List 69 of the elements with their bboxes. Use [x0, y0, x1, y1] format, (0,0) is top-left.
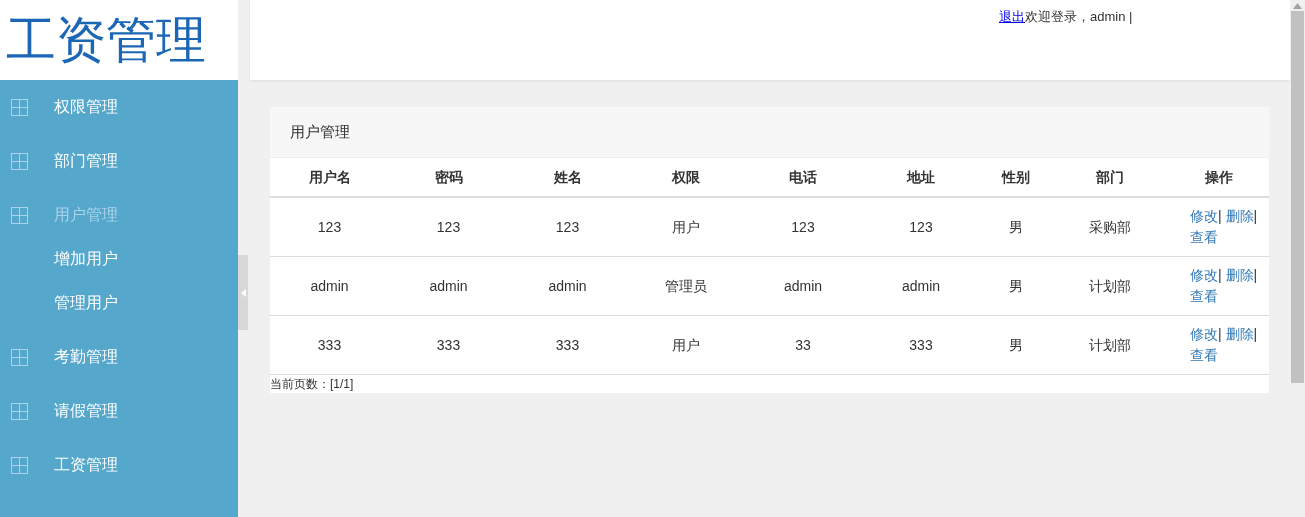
table-cell-text: admin — [547, 276, 588, 296]
action-link[interactable]: 删除 — [1225, 326, 1254, 342]
table-cell-text: 计划部 — [1088, 276, 1132, 296]
sidebar-subitem[interactable]: 管理用户 — [0, 281, 238, 325]
scrollbar-thumb[interactable] — [1291, 11, 1304, 383]
expand-icon — [11, 456, 28, 474]
table-cell-text: 333 — [316, 335, 343, 355]
table-cell-text: 333 — [435, 335, 462, 355]
table-cell-text: 采购部 — [1088, 217, 1132, 237]
expand-icon — [11, 402, 28, 420]
separator: | — [1253, 326, 1258, 342]
expand-icon — [11, 348, 28, 366]
sidebar-item[interactable]: 请假管理 — [0, 384, 238, 438]
sidebar-item[interactable]: 权限管理 — [0, 80, 238, 134]
sidebar-item[interactable]: 工资管理 — [0, 438, 238, 492]
welcome-text: 欢迎登录，admin | — [1025, 9, 1133, 24]
column-header: 密码 — [433, 167, 464, 187]
action-link[interactable]: 删除 — [1225, 267, 1254, 283]
table-cell-text: admin — [900, 276, 942, 296]
table-cell-text: admin — [782, 276, 824, 296]
table-cell-text: admin — [309, 276, 350, 296]
table-cell-text: 用户 — [670, 217, 701, 237]
separator: | — [1218, 267, 1222, 283]
separator: | — [1218, 208, 1222, 224]
action-link[interactable]: 修改 — [1190, 267, 1218, 283]
table-cell-text: 用户 — [670, 335, 701, 355]
table-cell-text: 男 — [1008, 276, 1024, 296]
column-header: 操作 — [1203, 167, 1234, 187]
action-link[interactable]: 删除 — [1225, 208, 1254, 224]
table-cell-text: 计划部 — [1088, 335, 1132, 355]
table-cell-text: 123 — [790, 217, 816, 237]
table-cell-text: 男 — [1008, 335, 1024, 355]
scroll-up-icon[interactable] — [1293, 3, 1302, 9]
table-cell-text: 123 — [554, 217, 581, 237]
column-header: 性别 — [1000, 167, 1031, 187]
table-cell-text: 123 — [435, 217, 462, 237]
column-header: 部门 — [1095, 167, 1125, 187]
separator: | — [1253, 208, 1258, 224]
column-header: 地址 — [905, 167, 936, 187]
table-cell-text: admin — [428, 276, 469, 296]
action-link[interactable]: 修改 — [1190, 326, 1218, 342]
table-cell-text: 123 — [316, 217, 343, 237]
pagination-text: 当前页数：[1/1] — [270, 376, 354, 393]
separator: | — [1253, 267, 1258, 283]
table-cell-text: 123 — [908, 217, 934, 237]
action-link[interactable]: 查看 — [1190, 229, 1218, 245]
panel-title: 用户管理 — [290, 121, 350, 142]
table-cell-text: 男 — [1008, 217, 1024, 237]
table-cell-text: 333 — [554, 335, 581, 355]
sidebar-item[interactable]: 部门管理 — [0, 134, 238, 188]
sidebar-item[interactable]: 考勤管理 — [0, 330, 238, 384]
action-link[interactable]: 查看 — [1190, 347, 1218, 363]
column-header: 用户名 — [307, 167, 352, 187]
logout-link[interactable]: 退出 — [999, 9, 1025, 24]
table-cell-text: 333 — [908, 335, 934, 355]
expand-icon — [11, 98, 28, 116]
table-cell-text: 管理员 — [663, 276, 708, 296]
column-header: 电话 — [788, 167, 818, 187]
caret-icon — [240, 288, 246, 297]
column-header: 权限 — [670, 167, 701, 187]
action-link[interactable]: 修改 — [1190, 208, 1218, 224]
column-header: 姓名 — [552, 167, 583, 187]
expand-icon — [11, 206, 28, 224]
expand-icon — [11, 152, 28, 170]
separator: | — [1218, 326, 1222, 342]
logo: 工资管理 — [6, 15, 206, 65]
action-link[interactable]: 查看 — [1190, 288, 1218, 304]
collapse-handle[interactable] — [238, 255, 248, 330]
table-cell-text: 33 — [794, 335, 812, 355]
